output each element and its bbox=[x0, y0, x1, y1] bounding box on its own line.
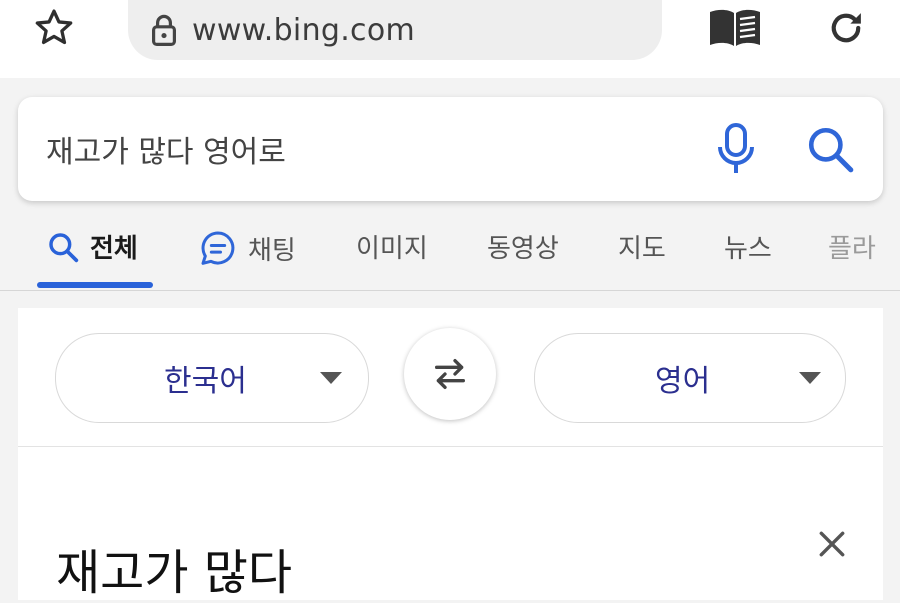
swap-languages-button[interactable] bbox=[404, 328, 496, 420]
lock-icon bbox=[150, 13, 178, 47]
target-language-select[interactable]: 영어 bbox=[534, 333, 846, 423]
tab-all[interactable]: 전체 bbox=[46, 228, 138, 265]
search-input[interactable]: 재고가 많다 영어로 bbox=[46, 127, 286, 171]
tab-label: 동영상 bbox=[487, 234, 559, 264]
divider bbox=[18, 446, 883, 447]
address-bar[interactable]: www.bing.com bbox=[128, 0, 662, 60]
tab-news[interactable]: 뉴스 bbox=[724, 228, 772, 265]
tab-videos[interactable]: 동영상 bbox=[487, 228, 559, 265]
tab-more[interactable]: 플라 bbox=[828, 228, 876, 265]
tab-label: 이미지 bbox=[356, 234, 428, 264]
tab-label: 뉴스 bbox=[724, 234, 772, 264]
active-tab-indicator bbox=[37, 282, 153, 288]
search-tabs: 전체 채팅 이미지 동영상 지도 뉴스 플라 bbox=[0, 218, 900, 290]
url-text: www.bing.com bbox=[192, 12, 416, 48]
browser-toolbar: www.bing.com bbox=[0, 0, 900, 78]
microphone-icon[interactable] bbox=[708, 119, 764, 179]
search-icon bbox=[46, 230, 80, 264]
tab-label: 지도 bbox=[618, 234, 666, 264]
target-language-label: 영어 bbox=[655, 364, 711, 399]
swap-icon bbox=[435, 359, 465, 389]
reload-icon[interactable] bbox=[822, 4, 870, 52]
caret-down-icon bbox=[799, 372, 821, 384]
divider bbox=[0, 290, 900, 291]
translator-card: 한국어 영어 재고가 많다 bbox=[18, 308, 883, 603]
chat-icon bbox=[198, 228, 238, 268]
source-text-input[interactable]: 재고가 많다 bbox=[56, 533, 292, 603]
tab-maps[interactable]: 지도 bbox=[618, 228, 666, 265]
source-language-label: 한국어 bbox=[164, 364, 247, 399]
tab-chat[interactable]: 채팅 bbox=[198, 228, 296, 268]
tab-images[interactable]: 이미지 bbox=[356, 228, 428, 265]
tab-label: 전체 bbox=[90, 234, 138, 264]
reader-mode-icon[interactable] bbox=[706, 6, 764, 50]
tab-label: 채팅 bbox=[248, 235, 296, 266]
tab-label: 플라 bbox=[828, 234, 876, 264]
source-language-select[interactable]: 한국어 bbox=[55, 333, 369, 423]
star-icon[interactable] bbox=[30, 4, 78, 52]
caret-down-icon bbox=[320, 372, 342, 384]
close-icon[interactable] bbox=[810, 522, 854, 566]
search-box[interactable]: 재고가 많다 영어로 bbox=[18, 97, 883, 201]
search-icon[interactable] bbox=[800, 119, 860, 179]
